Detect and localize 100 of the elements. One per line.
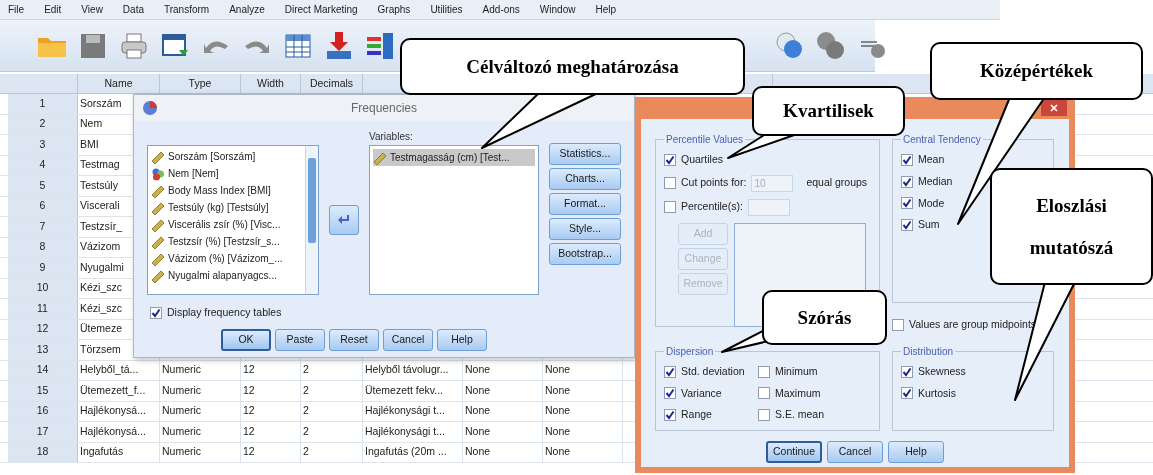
column-header[interactable]: Name xyxy=(104,75,133,92)
checkbox[interactable] xyxy=(758,387,770,400)
list-item[interactable]: Nem [Nem] xyxy=(151,165,305,182)
row-number[interactable]: 14 xyxy=(8,360,78,380)
table-cell-text: None xyxy=(545,444,571,460)
menu-item[interactable]: Window xyxy=(533,2,582,17)
checkbox[interactable] xyxy=(758,409,770,422)
dialog-button[interactable]: Bootstrap... xyxy=(549,243,621,265)
row-number[interactable]: 17 xyxy=(8,422,78,442)
row-number[interactable]: 8 xyxy=(8,237,78,257)
dialog-button[interactable]: Format... xyxy=(549,193,621,215)
row-number[interactable]: 12 xyxy=(8,319,78,339)
table-cell-text: None xyxy=(545,382,571,398)
menu-item[interactable]: Help xyxy=(589,2,622,17)
menu-item[interactable]: Utilities xyxy=(424,2,469,17)
dialog-button[interactable]: Reset xyxy=(329,328,379,351)
menu-item[interactable]: Edit xyxy=(38,2,68,17)
row-number[interactable]: 6 xyxy=(8,196,78,216)
checkbox[interactable] xyxy=(901,387,913,400)
table-cell-text: 2 xyxy=(303,444,309,460)
checkbox-label: Cut points for: xyxy=(681,175,747,191)
table-cell-text: Hajlékonysági t... xyxy=(365,403,445,419)
scrollbar[interactable] xyxy=(305,146,318,294)
menu-item[interactable]: Analyze xyxy=(223,2,271,17)
table-cell-text: Testsúly xyxy=(80,177,118,193)
table-cell-text: 2 xyxy=(303,382,309,398)
group-legend: Central Tendency xyxy=(901,132,983,147)
dialog-button[interactable]: Help xyxy=(888,440,944,463)
dialog-button[interactable]: Help xyxy=(437,328,487,351)
dialog-button[interactable]: Statistics... xyxy=(549,143,621,165)
row-number[interactable]: 9 xyxy=(8,258,78,278)
list-item[interactable]: Vázizom (%) [Vázizom_... xyxy=(151,250,305,267)
variable-list[interactable]: Testmagasság (cm) [Test... xyxy=(369,145,539,295)
list-item[interactable]: Viscerális zsír (%) [Visc... xyxy=(151,216,305,233)
checkbox[interactable] xyxy=(901,197,913,210)
menu-item[interactable]: Data xyxy=(116,2,150,17)
row-number[interactable]: 10 xyxy=(8,278,78,298)
row-number[interactable]: 15 xyxy=(8,381,78,401)
checkbox[interactable] xyxy=(901,153,913,166)
checkbox-label: Mean xyxy=(918,152,945,167)
checkbox-label: Display frequency tables xyxy=(167,305,282,320)
row-number[interactable]: 11 xyxy=(8,299,78,319)
dialog-button[interactable]: Continue xyxy=(766,440,822,463)
checkbox[interactable] xyxy=(664,201,676,214)
row-number[interactable]: 13 xyxy=(8,340,78,360)
column-header[interactable]: Width xyxy=(257,75,284,92)
row-number[interactable]: 3 xyxy=(8,135,78,155)
checkbox-label: Percentile(s): xyxy=(681,199,743,215)
menu-item[interactable]: Direct Marketing xyxy=(278,2,364,17)
row-number[interactable]: 2 xyxy=(8,114,78,134)
row-number[interactable]: 1 xyxy=(8,94,78,114)
dialog-button[interactable]: Style... xyxy=(549,218,621,240)
column-header[interactable]: Decimals xyxy=(309,75,354,92)
checkbox[interactable] xyxy=(664,177,676,190)
checkbox[interactable] xyxy=(892,318,904,331)
ruler-icon xyxy=(151,234,165,249)
move-button[interactable] xyxy=(329,205,359,235)
list-item[interactable]: Sorszám [Sorszám] xyxy=(151,148,305,165)
close-button[interactable] xyxy=(1041,100,1067,116)
checkbox[interactable] xyxy=(664,387,676,400)
checkbox[interactable] xyxy=(664,365,676,378)
menu-item[interactable]: File xyxy=(2,2,31,17)
menu-item[interactable]: Add-ons xyxy=(476,2,526,17)
list-item[interactable]: Nyugalmi alapanyagcs... xyxy=(151,267,305,284)
row-number[interactable]: 18 xyxy=(8,442,78,462)
table-cell-text: Numeric xyxy=(162,423,202,439)
dialog-button[interactable]: Cancel xyxy=(827,440,883,463)
checkbox[interactable] xyxy=(901,219,913,232)
two-circles-icon[interactable] xyxy=(815,29,847,62)
dialog-button[interactable]: OK xyxy=(221,328,271,351)
checkbox-label: S.E. mean xyxy=(775,407,825,423)
checkbox[interactable] xyxy=(901,175,913,188)
checkbox[interactable] xyxy=(758,365,770,378)
list-item[interactable]: Testzsír (%) [Testzsír_s... xyxy=(151,233,305,250)
table-cell-text: Kézi_szc xyxy=(80,300,122,316)
row-number[interactable]: 16 xyxy=(8,401,78,421)
row-number[interactable]: 4 xyxy=(8,155,78,175)
checkbox[interactable] xyxy=(664,409,676,422)
list-label: Variables: xyxy=(369,130,414,144)
checkbox[interactable] xyxy=(150,306,162,319)
checkbox[interactable] xyxy=(901,365,913,378)
checkbox[interactable] xyxy=(664,153,676,166)
row-number[interactable]: 5 xyxy=(8,176,78,196)
list-item[interactable]: Body Mass Index [BMI] xyxy=(151,182,305,199)
menu-item[interactable]: Graphs xyxy=(371,2,417,17)
dialog-button[interactable]: Charts... xyxy=(549,168,621,190)
list-item[interactable]: Testsúly (kg) [Testsúly] xyxy=(151,199,305,216)
checkbox-label: Kurtosis xyxy=(918,385,956,401)
table-cell-text: Helyből_tá... xyxy=(80,362,139,378)
input-field[interactable] xyxy=(747,198,790,216)
menu-item[interactable]: View xyxy=(75,2,109,17)
dialog-button[interactable]: Cancel xyxy=(383,328,433,351)
table-cell-text: Nem xyxy=(80,116,103,132)
table-cell-text: Hajlékonysá... xyxy=(80,423,146,439)
row-number[interactable]: 7 xyxy=(8,217,78,237)
dialog-button[interactable]: Paste xyxy=(275,328,325,351)
column-header[interactable]: Type xyxy=(188,75,212,92)
list-item[interactable]: Testmagasság (cm) [Test... xyxy=(373,149,535,166)
menu-item[interactable]: Transform xyxy=(158,2,216,17)
variable-list[interactable]: Sorszám [Sorszám] Nem [Nem] Body Mass Index [BMI] Testsúly (kg) [Testsúly] Viscerális zsír (%) [Visc... Testzsír (%) [Testzsír_s... Vázizom (%) [Vázizom_... Nyugalmi alapanyagcs... xyxy=(147,145,319,295)
